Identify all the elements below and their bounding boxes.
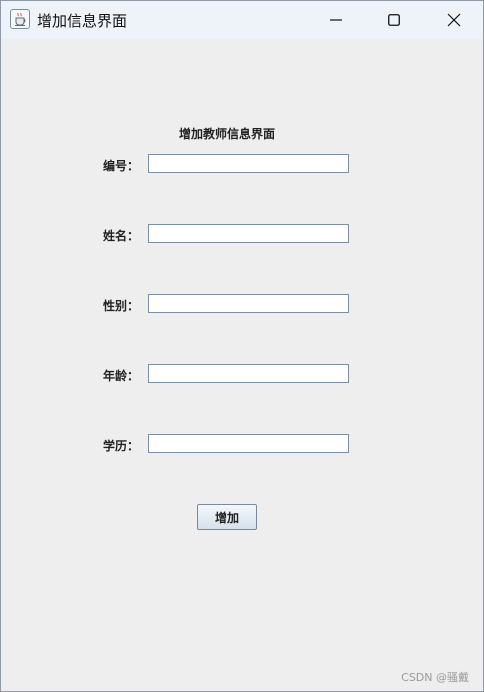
- app-window: 增加信息界面 增加教师信息界面 编号： 姓名： 性别： 年龄： 学历： 增加 C…: [0, 0, 484, 692]
- close-icon: [447, 13, 461, 27]
- java-cup-icon: [10, 9, 30, 29]
- age-field[interactable]: [148, 364, 349, 383]
- education-field[interactable]: [148, 434, 349, 453]
- minimize-button[interactable]: [307, 1, 365, 39]
- age-label: 年龄：: [103, 369, 140, 383]
- form-heading: 增加教师信息界面: [178, 127, 275, 141]
- maximize-button[interactable]: [365, 1, 423, 39]
- title-bar[interactable]: 增加信息界面: [1, 1, 483, 39]
- gender-label: 性别：: [103, 299, 140, 313]
- add-button[interactable]: 增加: [197, 504, 257, 530]
- education-label: 学历：: [103, 439, 140, 453]
- window-title: 增加信息界面: [37, 12, 128, 30]
- id-label: 编号：: [103, 159, 140, 173]
- close-button[interactable]: [425, 1, 483, 39]
- minimize-icon: [330, 19, 342, 21]
- maximize-icon: [388, 14, 400, 26]
- name-label: 姓名：: [103, 229, 140, 243]
- watermark: CSDN @骚戴: [401, 671, 469, 684]
- id-field[interactable]: [148, 154, 349, 173]
- name-field[interactable]: [148, 224, 349, 243]
- gender-field[interactable]: [148, 294, 349, 313]
